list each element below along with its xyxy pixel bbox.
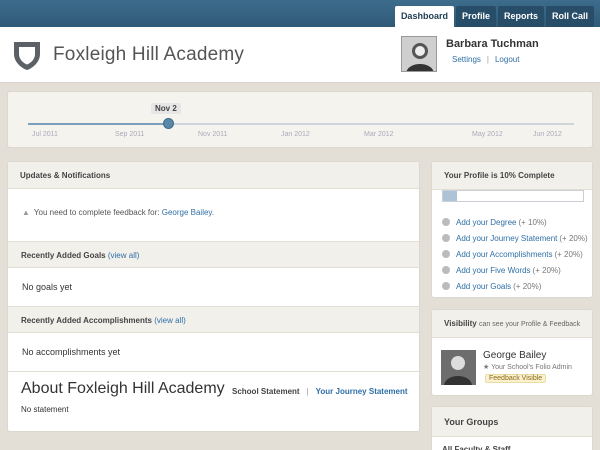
add-degree-link[interactable]: Add your Degree bbox=[456, 218, 516, 227]
timeline-month-label: Jun 2012 bbox=[533, 131, 562, 138]
tab-dashboard[interactable]: Dashboard bbox=[394, 6, 454, 27]
header: Foxleigh Hill Academy Barbara Tuchman Se… bbox=[0, 27, 600, 83]
user-links: Settings | Logout bbox=[452, 55, 519, 64]
admin-avatar-image bbox=[441, 350, 476, 385]
user-avatar-image bbox=[402, 37, 436, 71]
updates-heading: Updates & Notifications bbox=[8, 162, 419, 189]
tab-profile[interactable]: Profile bbox=[455, 6, 496, 27]
school-name: Foxleigh Hill Academy bbox=[53, 44, 245, 65]
group-item[interactable]: All Faculty & Staff bbox=[432, 437, 592, 450]
visibility-heading: Visibility can see your Profile & Feedba… bbox=[432, 310, 592, 338]
notification-period: . bbox=[211, 208, 215, 217]
groups-panel: Your Groups All Faculty & Staff bbox=[431, 406, 593, 450]
timeline-month-label: Nov 2011 bbox=[198, 131, 228, 138]
admin-role: ★ Your School's Folio Admin bbox=[483, 364, 572, 371]
accomplishments-heading-label: Recently Added Accomplishments bbox=[21, 316, 152, 325]
warning-icon: ▲ bbox=[22, 208, 30, 217]
timeline-month-label: Sep 2011 bbox=[115, 131, 145, 138]
about-section: About Foxleigh Hill Academy No statement… bbox=[8, 371, 419, 431]
timeline-current-date: Nov 2 bbox=[151, 103, 181, 114]
settings-link[interactable]: Settings bbox=[452, 55, 481, 64]
timeline-month-label: Mar 2012 bbox=[364, 131, 394, 138]
accomplishments-empty-text: No accomplishments yet bbox=[22, 347, 121, 357]
profile-task-item: Add your Accomplishments (+ 20%) bbox=[442, 246, 588, 262]
circle-icon bbox=[442, 234, 450, 242]
user-avatar[interactable] bbox=[401, 36, 437, 72]
timeline-month-label: Jul 2011 bbox=[32, 131, 58, 138]
profile-task-item: Add your Degree (+ 10%) bbox=[442, 214, 588, 230]
top-nav: Dashboard Profile Reports Roll Call bbox=[394, 6, 594, 27]
profile-task-item: Add your Journey Statement (+ 20%) bbox=[442, 230, 588, 246]
about-tab-separator: | bbox=[306, 387, 309, 396]
add-journey-statement-link[interactable]: Add your Journey Statement bbox=[456, 234, 557, 243]
about-statement-text: No statement bbox=[21, 405, 69, 414]
task-bonus: (+ 20%) bbox=[559, 233, 588, 243]
logout-link[interactable]: Logout bbox=[495, 55, 519, 64]
task-bonus: (+ 20%) bbox=[554, 249, 583, 259]
user-name: Barbara Tuchman bbox=[446, 38, 539, 50]
accomplishments-heading: Recently Added Accomplishments (view all… bbox=[8, 306, 419, 333]
accomplishments-view-all-link[interactable]: (view all) bbox=[154, 316, 186, 325]
main-panel: Updates & Notifications ▲ You need to com… bbox=[7, 161, 420, 432]
school-statement-tab[interactable]: School Statement bbox=[232, 387, 300, 396]
about-title: About Foxleigh Hill Academy bbox=[21, 380, 225, 397]
visibility-subtitle: can see your Profile & Feedback bbox=[479, 321, 581, 328]
profile-progress-fill bbox=[443, 191, 457, 201]
profile-task-item: Add your Five Words (+ 20%) bbox=[442, 262, 588, 278]
profile-completion-heading: Your Profile is 10% Complete bbox=[432, 162, 592, 190]
tab-reports[interactable]: Reports bbox=[497, 6, 544, 27]
add-goals-link[interactable]: Add your Goals bbox=[456, 282, 511, 291]
circle-icon bbox=[442, 282, 450, 290]
profile-completion-panel: Your Profile is 10% Complete Add your De… bbox=[431, 161, 593, 298]
profile-task-list: Add your Degree (+ 10%) Add your Journey … bbox=[442, 214, 588, 294]
groups-heading: Your Groups bbox=[432, 407, 592, 437]
circle-icon bbox=[442, 250, 450, 258]
timeline-month-label: May 2012 bbox=[472, 131, 503, 138]
profile-task-item: Add your Goals (+ 20%) bbox=[442, 278, 588, 294]
goals-view-all-link[interactable]: (view all) bbox=[108, 251, 140, 260]
notification-text: You need to complete feedback for: bbox=[33, 208, 160, 217]
task-bonus: (+ 10%) bbox=[518, 217, 547, 227]
notification-item: ▲ You need to complete feedback for: Geor… bbox=[8, 189, 419, 241]
journey-statement-tab[interactable]: Your Journey Statement bbox=[316, 387, 408, 396]
timeline-month-label: Jan 2012 bbox=[281, 131, 310, 138]
task-bonus: (+ 20%) bbox=[532, 265, 561, 275]
shield-logo-icon bbox=[14, 42, 40, 70]
circle-icon bbox=[442, 218, 450, 226]
admin-name: George Bailey bbox=[483, 350, 547, 361]
tab-roll-call[interactable]: Roll Call bbox=[545, 6, 594, 27]
goals-empty-text: No goals yet bbox=[22, 282, 73, 292]
timeline-progress bbox=[28, 123, 169, 125]
add-accomplishments-link[interactable]: Add your Accomplishments bbox=[456, 250, 553, 259]
george-bailey-link[interactable]: George Bailey bbox=[162, 208, 212, 217]
top-bar: Dashboard Profile Reports Roll Call bbox=[0, 0, 600, 27]
visibility-panel: Visibility can see your Profile & Feedba… bbox=[431, 309, 593, 396]
timeline: Nov 2 Jul 2011 Sep 2011 Nov 2011 Jan 201… bbox=[7, 91, 593, 148]
admin-avatar[interactable] bbox=[441, 350, 476, 385]
goals-heading: Recently Added Goals (view all) bbox=[8, 241, 419, 268]
link-separator: | bbox=[486, 55, 489, 64]
feedback-visible-badge: Feedback Visible bbox=[485, 374, 547, 383]
about-tabs: School Statement | Your Journey Statement bbox=[232, 387, 408, 396]
goals-heading-label: Recently Added Goals bbox=[21, 251, 106, 260]
add-five-words-link[interactable]: Add your Five Words bbox=[456, 266, 531, 275]
task-bonus: (+ 20%) bbox=[513, 281, 542, 291]
visibility-title: Visibility bbox=[444, 319, 477, 328]
circle-icon bbox=[442, 266, 450, 274]
profile-progress-bar bbox=[442, 190, 584, 202]
timeline-handle[interactable] bbox=[163, 118, 174, 129]
